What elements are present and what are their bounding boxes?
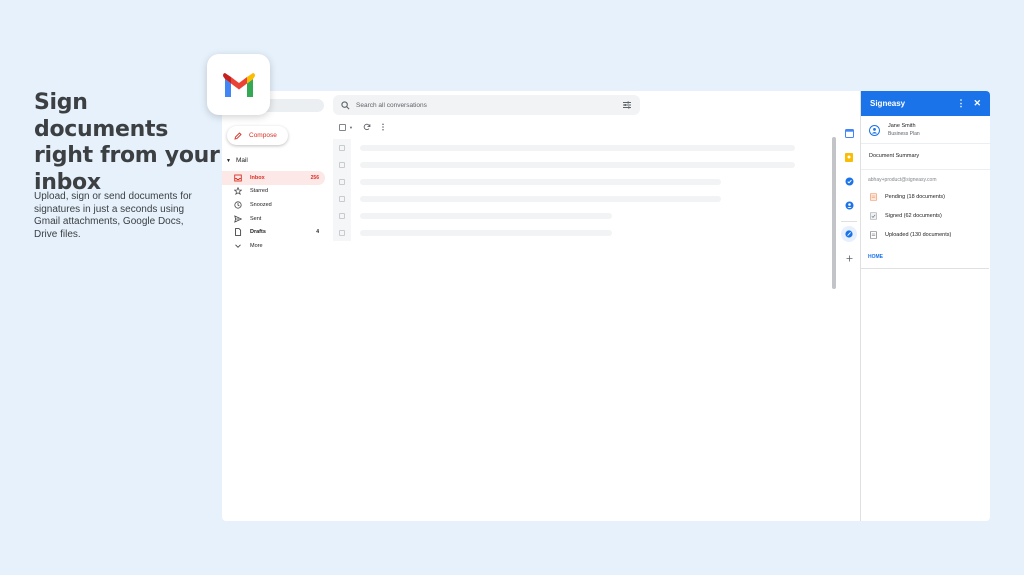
scrollbar[interactable] [832, 137, 836, 289]
message-list [333, 139, 829, 241]
inbox-icon [234, 174, 242, 182]
gmail-icon [222, 72, 255, 97]
close-icon[interactable]: ✕ [973, 98, 981, 109]
message-row[interactable] [333, 173, 829, 190]
nav-item-starred[interactable]: Starred [222, 185, 325, 199]
message-row[interactable] [333, 139, 829, 156]
nav-label: More [250, 242, 263, 249]
filter-options-icon[interactable] [622, 100, 632, 110]
keep-icon[interactable] [839, 145, 859, 169]
doc-label: Signed (62 documents) [885, 212, 942, 219]
compose-button[interactable]: Compose [227, 126, 288, 145]
placeholder-bar [360, 229, 612, 236]
nav-count: 4 [316, 229, 319, 236]
doc-label: Pending (18 documents) [885, 193, 945, 200]
user-name: Jane Smith [888, 123, 916, 129]
gmail-nav: Inbox 256 Starred Snoozed Sent Drafts 4 … [222, 171, 325, 253]
more-vert-icon[interactable] [381, 123, 385, 131]
pending-doc-icon [870, 192, 877, 201]
nav-label: Drafts [250, 229, 266, 236]
search-bar[interactable] [333, 95, 640, 115]
user-plan: Business Plan [888, 131, 920, 137]
placeholder-bar [360, 195, 721, 202]
placeholder-bar [360, 144, 795, 151]
clock-icon [234, 201, 242, 209]
draft-icon [234, 228, 242, 237]
mail-section-label[interactable]: ▼ Mail [226, 157, 248, 164]
send-icon [234, 214, 242, 223]
add-addon-icon[interactable] [839, 246, 859, 270]
caret-down-icon: ▼ [226, 157, 231, 164]
signeasy-addon-icon[interactable] [841, 226, 857, 242]
signed-doc-icon [870, 211, 877, 220]
headline: Sign documents right from your inbox [34, 90, 220, 195]
doc-item-pending[interactable]: Pending (18 documents) [861, 187, 990, 206]
list-toolbar: ▼ [339, 123, 385, 131]
doc-item-signed[interactable]: Signed (62 documents) [861, 206, 990, 225]
mail-label-text: Mail [235, 157, 248, 164]
nav-label: Inbox [250, 174, 265, 181]
row-checkbox[interactable] [339, 229, 345, 236]
gmail-window: Compose ▼ Mail Inbox 256 Starred Snoozed [222, 91, 990, 521]
row-checkbox[interactable] [339, 195, 345, 202]
gmail-logo [207, 54, 270, 115]
doc-item-uploaded[interactable]: Uploaded (130 documents) [861, 225, 990, 244]
nav-item-snoozed[interactable]: Snoozed [222, 198, 325, 212]
more-vert-icon[interactable]: ⋮ [956, 98, 965, 109]
signeasy-panel: Signeasy ⋮ ✕ Jane Smith Business Plan Do… [860, 91, 990, 521]
message-row[interactable] [333, 207, 829, 224]
contacts-icon[interactable] [839, 193, 859, 217]
user-info: Jane Smith Business Plan [861, 116, 990, 144]
select-all-checkbox[interactable] [339, 123, 346, 131]
panel-header: Signeasy ⋮ ✕ [861, 91, 990, 116]
star-icon [234, 187, 242, 196]
refresh-icon[interactable] [363, 123, 371, 131]
nav-item-sent[interactable]: Sent [222, 212, 325, 226]
chevron-down-icon [234, 242, 242, 250]
caret-down-icon[interactable]: ▼ [349, 125, 353, 130]
row-checkbox[interactable] [339, 161, 345, 168]
nav-label: Snoozed [250, 201, 272, 208]
divider [861, 268, 989, 269]
search-icon [341, 100, 350, 109]
document-summary-label: Document Summary [861, 144, 990, 170]
nav-item-inbox[interactable]: Inbox 256 [222, 171, 325, 185]
home-link[interactable]: HOME [861, 244, 990, 270]
row-checkbox[interactable] [339, 144, 345, 151]
pencil-icon [234, 131, 242, 140]
nav-item-more[interactable]: More [222, 239, 325, 253]
compose-label: Compose [249, 132, 277, 139]
placeholder-bar [360, 161, 795, 168]
placeholder-bar [360, 212, 612, 219]
addon-strip [839, 121, 859, 270]
divider [841, 221, 857, 222]
subtext: Upload, sign or send documents for signa… [34, 191, 192, 240]
row-checkbox[interactable] [339, 212, 345, 219]
nav-count: 256 [310, 174, 319, 181]
nav-label: Sent [250, 215, 262, 222]
account-email: abhay+product@signeasy.com [868, 177, 937, 183]
tasks-icon[interactable] [839, 169, 859, 193]
message-row[interactable] [333, 156, 829, 173]
row-checkbox[interactable] [339, 178, 345, 185]
message-row[interactable] [333, 190, 829, 207]
nav-label: Starred [250, 188, 269, 195]
panel-title: Signeasy [870, 99, 906, 108]
message-row[interactable] [333, 224, 829, 241]
nav-item-drafts[interactable]: Drafts 4 [222, 225, 325, 239]
avatar [869, 124, 880, 136]
calendar-icon[interactable] [839, 121, 859, 145]
search-input[interactable] [356, 101, 622, 109]
select-all[interactable]: ▼ [339, 123, 353, 131]
uploaded-doc-icon [870, 230, 877, 239]
placeholder-bar [360, 178, 721, 185]
doc-label: Uploaded (130 documents) [885, 231, 952, 238]
